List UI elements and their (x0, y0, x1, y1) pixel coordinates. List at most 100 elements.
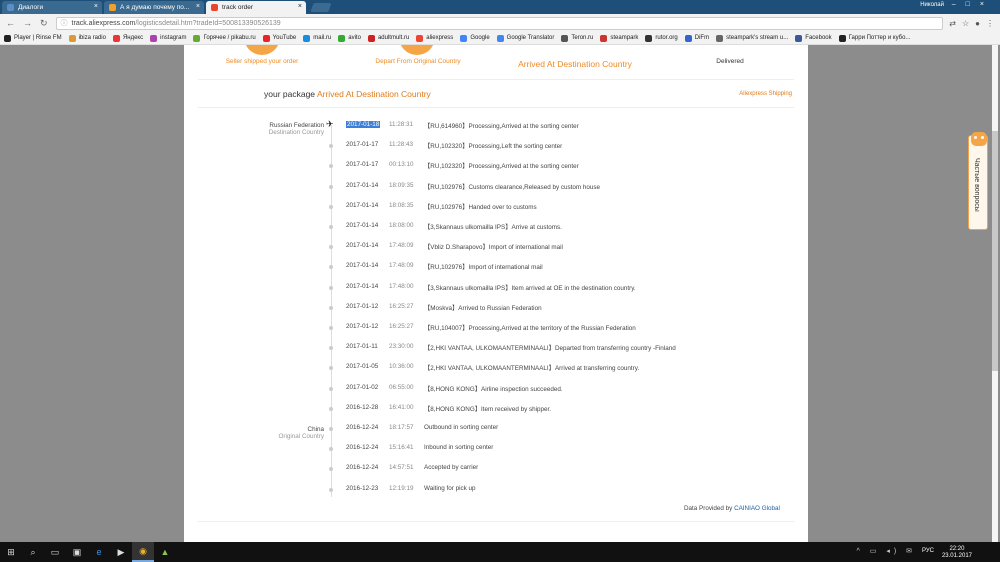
taskbar: ⊞ ⌕ ▭ ▣ e ▶ ◉ ▲ ^ ▭ ◂) ✉ РУС 22:20 23.01… (0, 542, 1000, 562)
bookmark-icon (838, 34, 846, 42)
bookmark-item[interactable]: Google (460, 34, 490, 42)
translate-icon[interactable]: ⇄ (949, 19, 956, 28)
event-date: 2017-01-14 (346, 201, 379, 209)
event-date: 2016-12-24 (346, 464, 379, 472)
bookmark-icon (684, 34, 692, 42)
input-language[interactable]: РУС (922, 548, 934, 554)
bookmark-item[interactable]: avito (338, 34, 361, 42)
bookmark-item[interactable]: DiFm (684, 34, 709, 42)
tray-icons[interactable]: ^ ▭ ◂) ✉ (857, 547, 916, 555)
bookmark-item[interactable]: rutor.org (645, 34, 678, 42)
edge-icon[interactable]: e (88, 542, 110, 562)
event-description: 【RU,104007】Processing,Arrived at the ter… (424, 325, 636, 332)
event-time: 16:25:27 (389, 302, 414, 310)
bookmark-item[interactable]: adultmult.ru (367, 34, 409, 42)
event-date: 2017-01-12 (346, 323, 379, 330)
tab-title: track order (222, 4, 254, 11)
event-date: 2017-01-17 (346, 161, 379, 169)
bookmark-item[interactable]: Facebook (795, 34, 832, 42)
timeline-dot (329, 184, 333, 189)
new-tab-button[interactable] (310, 3, 332, 12)
tab-dialogs[interactable]: Диалоги × (2, 1, 102, 14)
event-description: 【3,Skannaus ulkomailla IPS】Item arrived … (424, 284, 636, 292)
event-date: 2017-01-18 (346, 121, 381, 128)
extension-icon[interactable]: ● (975, 19, 980, 28)
faq-widget[interactable]: Частые вопросы (968, 132, 988, 230)
tab-track-order[interactable]: track order × (206, 1, 306, 14)
package-status-title: your package Arrived At Destination Coun… (264, 89, 431, 99)
event-description: 【RU,102976】Handed over to customs (424, 203, 537, 211)
bookmark-item[interactable]: steampark (600, 34, 638, 42)
pikabu-icon (109, 4, 116, 11)
url-input[interactable]: ⓘ track.aliexpress.com/logisticsdetail.h… (55, 16, 944, 30)
scrollbar-thumb[interactable] (992, 131, 998, 371)
bookmark-star-icon[interactable]: ☆ (962, 19, 969, 28)
tracking-event-row: 2017-01-17 00:13:10 【RU,102320】Processing,… (184, 161, 808, 173)
faq-label: Частые вопросы (973, 158, 980, 212)
clock-date: 23.01.2017 (941, 553, 972, 559)
menu-icon[interactable]: ⋮ (986, 19, 994, 28)
event-date: 2017-01-17 (346, 141, 379, 149)
back-icon[interactable]: ← (6, 18, 15, 28)
bookmark-icon (303, 34, 311, 42)
tracking-event-row: 2016-12-24 18:17:57 Outbound in sorting ce… (184, 424, 808, 436)
tab-pikabu[interactable]: А я думаю почему по... × (104, 1, 204, 14)
tracking-event-row: 2016-12-23 12:19:19 Waiting for pick up (184, 485, 808, 497)
divider (198, 79, 794, 80)
event-date: 2016-12-28 (346, 403, 379, 411)
bookmark-icon (716, 34, 724, 42)
provider-link[interactable]: CAINIAO Global (734, 505, 780, 512)
close-tab-icon[interactable]: × (94, 3, 98, 10)
bookmark-item[interactable]: Горячее / pikabu.ru (193, 34, 256, 42)
tracking-event-row: 2017-01-14 18:08:00 【3,Skannaus ulkomailla… (184, 222, 808, 234)
timeline-dot (329, 447, 333, 452)
event-description: Accepted by carrier (424, 464, 479, 472)
event-description: 【Vbliz D.Sharapovo】Import of internation… (424, 244, 563, 252)
timeline-dot (329, 487, 333, 492)
shipping-method-link[interactable]: Aliexpress Shipping (739, 91, 792, 97)
event-time: 11:28:31 (389, 121, 414, 128)
store-icon[interactable]: ▣ (66, 542, 88, 562)
event-description: 【RU,102976】Import of international mail (424, 264, 543, 272)
bookmark-item[interactable]: Google Translator (496, 34, 554, 42)
bookmark-item[interactable]: Яндекс (112, 34, 143, 42)
reload-icon[interactable]: ↻ (40, 18, 48, 29)
event-date: 2017-01-14 (346, 242, 379, 250)
bookmark-item[interactable]: steampark's stream u... (716, 34, 788, 42)
bookmark-item[interactable]: Гарри Поттер и кубо... (838, 34, 910, 42)
bookmark-item[interactable]: aliexpress (416, 34, 453, 42)
page-info-icon[interactable]: ⓘ (61, 18, 68, 28)
event-description: 【8,HONG KONG】Item received by shipper. (424, 405, 552, 413)
windows-start-icon[interactable]: ⊞ (0, 542, 22, 562)
clock[interactable]: 22:20 23.01.2017 (942, 546, 972, 560)
event-date: 2017-01-11 (346, 343, 378, 351)
bookmark-item[interactable]: YouTube (262, 34, 296, 42)
media-player-icon[interactable]: ▶ (110, 542, 132, 562)
tracking-event-row: 2017-01-14 18:09:35 【RU,102976】Customs cle… (184, 182, 808, 194)
event-date: 2017-01-14 (346, 222, 379, 229)
tracking-event-row: 2017-01-02 06:55:00 【8,HONG KONG】Airline i… (184, 384, 808, 396)
close-tab-icon[interactable]: × (196, 3, 200, 10)
profile-name[interactable]: Николай (920, 2, 944, 8)
bookmark-item[interactable]: instagram (150, 34, 186, 42)
tracking-event-row: 2017-01-05 10:36:00 【2,HKI VANTAA, ULKOMAA… (184, 363, 808, 375)
app-icon[interactable]: ▲ (154, 542, 176, 562)
tab-title: А я думаю почему по... (120, 4, 190, 11)
window-controls[interactable]: –□× (952, 1, 994, 8)
close-tab-icon[interactable]: × (298, 3, 302, 10)
browser-tab-bar: Диалоги × А я думаю почему по... × track… (0, 0, 1000, 14)
bookmark-item[interactable]: Teron.ru (561, 34, 593, 42)
chrome-icon[interactable]: ◉ (132, 542, 154, 562)
bookmark-item[interactable]: Player | Rinse FM (4, 34, 62, 42)
event-description: 【RU,614960】Processing,Arrived at the sor… (424, 123, 579, 130)
divider (198, 107, 794, 108)
forward-icon[interactable]: → (23, 18, 32, 28)
timeline-dot (329, 406, 333, 411)
bookmark-item[interactable]: mail.ru (303, 34, 331, 42)
event-description: Outbound in sorting center (424, 424, 499, 431)
event-description: 【Moskva】Arrived to Russian Federation (424, 304, 542, 312)
bookmark-item[interactable]: ibiza radio (68, 34, 106, 42)
bookmark-icon (367, 34, 375, 42)
task-view-icon[interactable]: ▭ (44, 542, 66, 562)
search-icon[interactable]: ⌕ (22, 542, 44, 562)
